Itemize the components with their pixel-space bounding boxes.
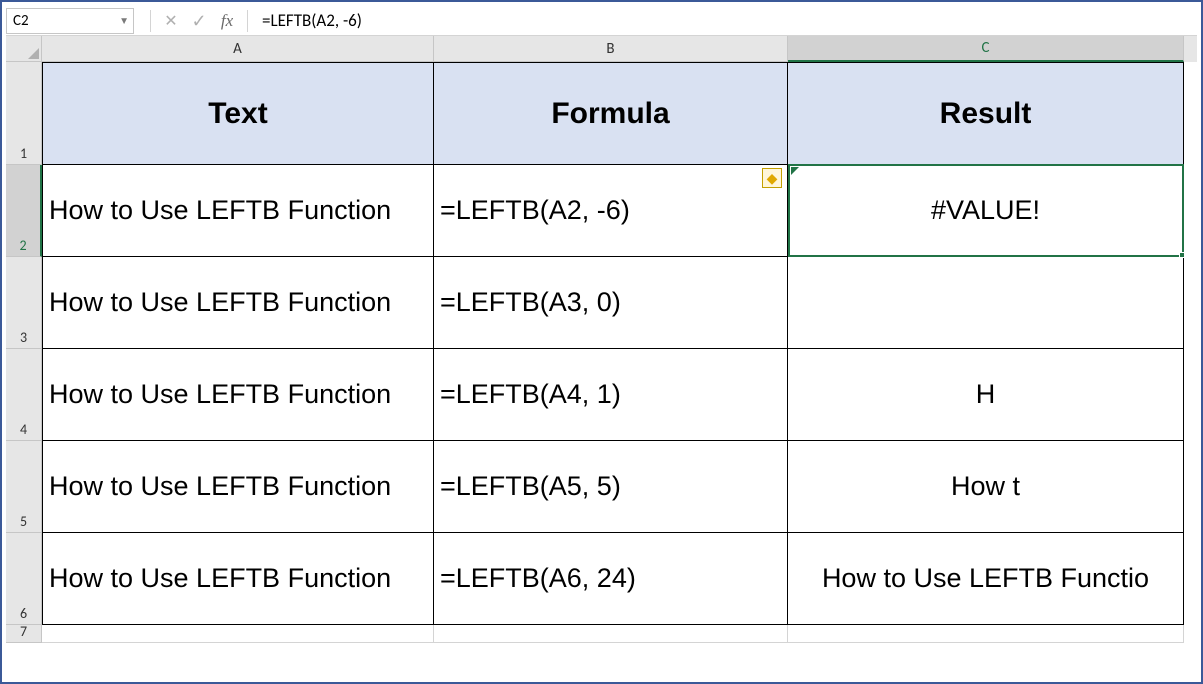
cell-c2[interactable]: #VALUE!	[788, 165, 1184, 257]
cell-a4[interactable]: How to Use LEFTB Function	[42, 349, 434, 441]
enter-formula-button[interactable]: ✓	[185, 8, 213, 34]
table-row: 3 How to Use LEFTB Function =LEFTB(A3, 0…	[6, 257, 1197, 349]
formula-bar: C2 ▼ ✕ ✓ fx	[6, 6, 1197, 36]
cell-c6[interactable]: How to Use LEFTB Functio	[788, 533, 1184, 625]
column-header-row: A B C	[6, 36, 1197, 62]
row-header-5[interactable]: 5	[6, 441, 42, 533]
name-box-value: C2	[13, 12, 29, 30]
header-cell-formula[interactable]: Formula	[434, 62, 788, 165]
cell-a3[interactable]: How to Use LEFTB Function	[42, 257, 434, 349]
cell-a2[interactable]: How to Use LEFTB Function	[42, 165, 434, 257]
cell-c3[interactable]	[788, 257, 1184, 349]
error-smart-tag[interactable]	[762, 168, 782, 188]
formula-input[interactable]	[254, 8, 1197, 34]
row-header-4[interactable]: 4	[6, 349, 42, 441]
cell-c5[interactable]: How t	[788, 441, 1184, 533]
cell-c7[interactable]	[788, 625, 1184, 643]
table-row: 2 How to Use LEFTB Function =LEFTB(A2, -…	[6, 165, 1197, 257]
divider	[150, 10, 151, 32]
table-row: 1 Text Formula Result	[6, 62, 1197, 165]
divider	[247, 10, 248, 32]
row-header-2[interactable]: 2	[6, 165, 42, 257]
table-row: 4 How to Use LEFTB Function =LEFTB(A4, 1…	[6, 349, 1197, 441]
row-header-1[interactable]: 1	[6, 62, 42, 165]
cell-a7[interactable]	[42, 625, 434, 643]
fx-icon[interactable]: fx	[213, 11, 241, 31]
column-header-c[interactable]: C	[788, 36, 1184, 62]
cell-a6[interactable]: How to Use LEFTB Function	[42, 533, 434, 625]
cell-b3[interactable]: =LEFTB(A3, 0)	[434, 257, 788, 349]
error-triangle-icon	[791, 167, 799, 175]
table-row: 7	[6, 625, 1197, 643]
column-header-a[interactable]: A	[42, 36, 434, 62]
cell-c4[interactable]: H	[788, 349, 1184, 441]
row-header-6[interactable]: 6	[6, 533, 42, 625]
cell-b6[interactable]: =LEFTB(A6, 24)	[434, 533, 788, 625]
header-cell-result[interactable]: Result	[788, 62, 1184, 165]
cell-b4[interactable]: =LEFTB(A4, 1)	[434, 349, 788, 441]
row-header-3[interactable]: 3	[6, 257, 42, 349]
name-box[interactable]: C2 ▼	[6, 8, 134, 34]
cell-b7[interactable]	[434, 625, 788, 643]
header-cell-text[interactable]: Text	[42, 62, 434, 165]
column-header-b[interactable]: B	[434, 36, 788, 62]
spreadsheet-grid: A B C 1 Text Formula Result 2 How to Use…	[6, 36, 1197, 643]
name-box-dropdown-icon[interactable]: ▼	[119, 14, 129, 27]
row-header-7[interactable]: 7	[6, 625, 42, 643]
table-row: 6 How to Use LEFTB Function =LEFTB(A6, 2…	[6, 533, 1197, 625]
select-all-triangle[interactable]	[6, 36, 42, 62]
cell-a5[interactable]: How to Use LEFTB Function	[42, 441, 434, 533]
cancel-formula-button[interactable]: ✕	[157, 8, 185, 34]
table-row: 5 How to Use LEFTB Function =LEFTB(A5, 5…	[6, 441, 1197, 533]
cell-b5[interactable]: =LEFTB(A5, 5)	[434, 441, 788, 533]
cell-b2[interactable]: =LEFTB(A2, -6)	[434, 165, 788, 257]
